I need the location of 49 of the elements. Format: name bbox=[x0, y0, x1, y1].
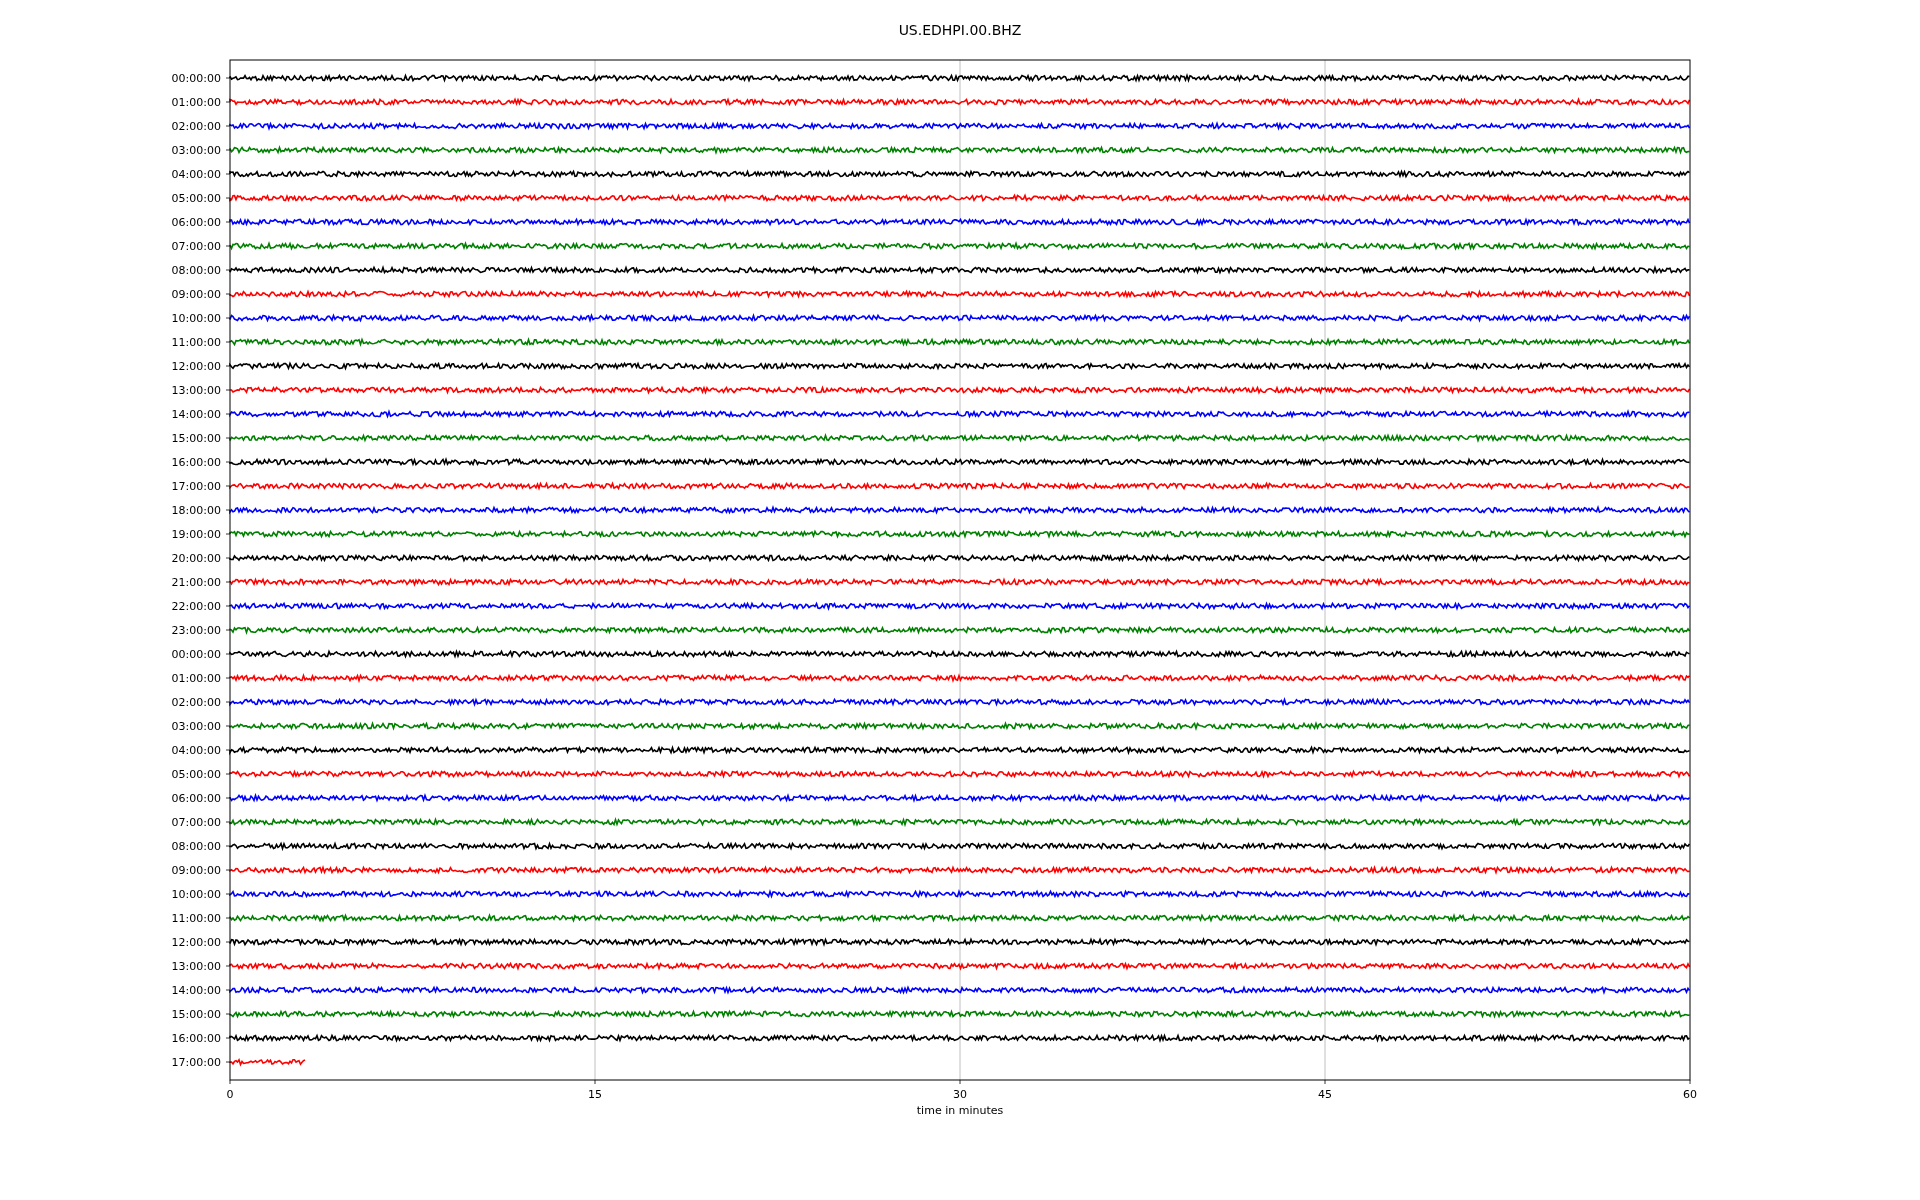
time-label: 02:00:00 bbox=[171, 696, 221, 709]
time-label: 03:00:00 bbox=[171, 144, 221, 157]
tick-label: 45 bbox=[1318, 1088, 1332, 1101]
time-label: 10:00:00 bbox=[171, 888, 221, 901]
time-label: 20:00:00 bbox=[171, 552, 221, 565]
time-label: 08:00:00 bbox=[171, 264, 221, 277]
tick-label: 60 bbox=[1683, 1088, 1697, 1101]
time-label: 12:00:00 bbox=[171, 360, 221, 373]
time-label: 04:00:00 bbox=[171, 744, 221, 757]
axis-label: time in minutes bbox=[916, 1104, 1004, 1117]
time-label: 17:00:00 bbox=[171, 480, 221, 493]
time-label: 14:00:00 bbox=[171, 984, 221, 997]
time-label: 09:00:00 bbox=[171, 864, 221, 877]
time-label: 21:00:00 bbox=[171, 576, 221, 589]
time-label: 23:00:00 bbox=[171, 624, 221, 637]
time-label: 22:00:00 bbox=[171, 600, 221, 613]
time-label: 05:00:00 bbox=[171, 192, 221, 205]
tick-label: 30 bbox=[953, 1088, 967, 1101]
time-label: 12:00:00 bbox=[171, 936, 221, 949]
time-label: 01:00:00 bbox=[171, 96, 221, 109]
time-label: 11:00:00 bbox=[171, 336, 221, 349]
time-label: 06:00:00 bbox=[171, 792, 221, 805]
tick-label: 15 bbox=[588, 1088, 602, 1101]
time-label: 19:00:00 bbox=[171, 528, 221, 541]
time-label: 04:00:00 bbox=[171, 168, 221, 181]
chart-title: US.EDHPI.00.BHZ bbox=[898, 22, 1022, 38]
time-label: 14:00:00 bbox=[171, 408, 221, 421]
time-label: 00:00:00 bbox=[171, 648, 221, 661]
time-label: 16:00:00 bbox=[171, 456, 221, 469]
time-label: 01:00:00 bbox=[171, 672, 221, 685]
time-label: 18:00:00 bbox=[171, 504, 221, 517]
tick-label: 0 bbox=[226, 1088, 234, 1101]
time-label: 08:00:00 bbox=[171, 840, 221, 853]
time-label: 15:00:00 bbox=[171, 432, 221, 445]
time-label: 05:00:00 bbox=[171, 768, 221, 781]
time-label: 07:00:00 bbox=[171, 816, 221, 829]
time-label: 07:00:00 bbox=[171, 240, 221, 253]
time-label: 06:00:00 bbox=[171, 216, 221, 229]
time-label: 17:00:00 bbox=[171, 1056, 221, 1069]
time-label: 03:00:00 bbox=[171, 720, 221, 733]
time-label: 10:00:00 bbox=[171, 312, 221, 325]
time-label: 13:00:00 bbox=[171, 960, 221, 973]
time-label: 02:00:00 bbox=[171, 120, 221, 133]
time-label: 09:00:00 bbox=[171, 288, 221, 301]
time-label: 11:00:00 bbox=[171, 912, 221, 925]
time-label: 13:00:00 bbox=[171, 384, 221, 397]
time-label: 00:00:00 bbox=[171, 72, 221, 85]
time-label: 15:00:00 bbox=[171, 1008, 221, 1021]
time-label: 16:00:00 bbox=[171, 1032, 221, 1045]
